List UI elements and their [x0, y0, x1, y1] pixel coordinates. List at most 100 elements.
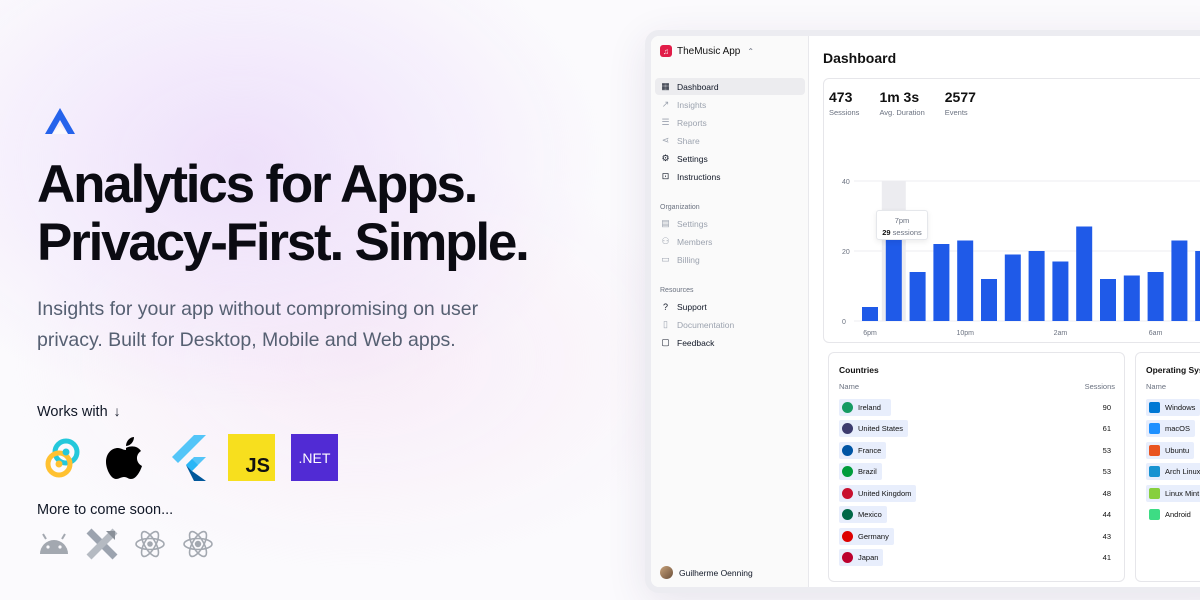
stat-value: 473: [829, 89, 853, 105]
table-row[interactable]: Windows: [1146, 398, 1200, 416]
country-pill: United Kingdom: [839, 484, 917, 502]
table-row[interactable]: Linux Mint: [1146, 484, 1200, 502]
os-icon: [1149, 487, 1160, 499]
nav-label: Dashboard: [677, 81, 719, 92]
os-pill: Arch Linux: [1146, 463, 1200, 480]
nav-label: Documentation: [677, 319, 735, 330]
table-row[interactable]: Germany 43: [839, 527, 1111, 545]
stat-duration: 1m 3s Avg. Duration: [879, 89, 924, 117]
chart-bar[interactable]: [1052, 261, 1069, 322]
table-row[interactable]: Mexico 44: [839, 506, 1111, 524]
stats-row: 473 Sessions 1m 3s Avg. Duration 2577 Ev…: [829, 89, 976, 117]
main-content: Dashboard 473 Sessions 1m 3s Avg. Durati…: [809, 36, 1200, 587]
chart-bar[interactable]: [1028, 251, 1045, 321]
x-tick-label: 6am: [1149, 330, 1163, 337]
table-row[interactable]: United States 61: [839, 420, 1111, 438]
javascript-icon[interactable]: JS: [228, 434, 275, 481]
headline-line-1: Analytics for Apps.: [37, 155, 478, 214]
os-pill: Windows: [1146, 398, 1200, 416]
os-pill: macOS: [1146, 420, 1196, 437]
apple-icon[interactable]: [102, 434, 149, 481]
avalonia-icon: [85, 527, 118, 560]
x-tick-label: 10pm: [956, 330, 974, 337]
os-name: Android: [1165, 510, 1191, 519]
chart-bar[interactable]: [1004, 254, 1021, 322]
country-sessions: 48: [1102, 488, 1111, 498]
nav-label: Share: [677, 135, 700, 146]
electron-icon: [133, 527, 166, 560]
country-pill: Germany: [839, 527, 894, 545]
chart-bar[interactable]: [1076, 226, 1093, 322]
os-title: Operating Sys: [1146, 365, 1200, 375]
organization-heading: Organization: [660, 204, 700, 211]
table-row[interactable]: Brazil 53: [839, 463, 1111, 481]
os-name: Windows: [1165, 402, 1196, 412]
stat-sessions: 473 Sessions: [829, 89, 859, 117]
table-row[interactable]: United Kingdom 48: [839, 484, 1111, 502]
os-name: macOS: [1165, 424, 1191, 433]
list-icon: ☰: [661, 117, 670, 127]
doc-icon: ▯: [663, 319, 668, 329]
table-row[interactable]: Android: [1146, 506, 1200, 524]
col-name: Name: [839, 382, 860, 391]
country-pill: Brazil: [839, 463, 882, 480]
chart-bar[interactable]: [933, 244, 950, 321]
os-name: Arch Linux: [1165, 467, 1200, 476]
chart-bar[interactable]: [1147, 272, 1164, 321]
headline-line-2: Privacy-First. Simple.: [37, 213, 530, 272]
table-row[interactable]: Ubuntu: [1146, 441, 1200, 459]
nav-label: Feedback: [677, 337, 715, 348]
os-pill: Ubuntu: [1146, 441, 1195, 459]
os-header: Name: [1146, 382, 1200, 391]
building-icon: ▤: [661, 218, 670, 228]
grid-icon: ▦: [661, 81, 670, 91]
tooltip-unit: sessions: [892, 228, 922, 237]
chart-bar[interactable]: [1123, 275, 1140, 322]
nav-members[interactable]: ⚇ Members: [655, 233, 805, 250]
nav-documentation[interactable]: ▯ Documentation: [655, 316, 805, 333]
tauri-icon[interactable]: [39, 434, 86, 481]
dotnet-icon[interactable]: .NET: [291, 434, 338, 481]
nav-share[interactable]: ⋖ Share: [655, 132, 805, 149]
os-icon: [1149, 444, 1160, 456]
flag-icon: [842, 423, 853, 434]
nav-insights[interactable]: ↗ Insights: [655, 96, 805, 113]
chart-bar[interactable]: [862, 307, 878, 321]
nav-reports[interactable]: ☰ Reports: [655, 114, 805, 131]
users-icon: ⚇: [661, 236, 670, 246]
table-row[interactable]: Japan 41: [839, 549, 1111, 567]
chart-bar[interactable]: [1195, 251, 1200, 321]
nav-dashboard[interactable]: ▦ Dashboard: [655, 78, 805, 95]
country-sessions: 41: [1102, 553, 1111, 562]
nav-settings[interactable]: ⚙ Settings: [655, 150, 805, 167]
arrow-down-icon: ↓: [113, 403, 121, 419]
flutter-icon[interactable]: [165, 434, 212, 481]
os-name: Ubuntu: [1165, 445, 1190, 455]
sidebar: ♫ TheMusic App ⌃ ▦ Dashboard ↗ Insights …: [651, 36, 809, 587]
nav-feedback[interactable]: ▢ Feedback: [655, 334, 805, 351]
nav-billing[interactable]: ▭ Billing: [655, 251, 805, 268]
tooltip-time: 7pm: [894, 216, 910, 225]
table-row[interactable]: macOS: [1146, 420, 1200, 438]
countries-title: Countries: [839, 365, 879, 375]
table-row[interactable]: Ireland 90: [839, 398, 1111, 416]
table-row[interactable]: France 53: [839, 441, 1111, 459]
chart-bar[interactable]: [1100, 279, 1116, 321]
chart-bar[interactable]: [981, 279, 997, 321]
x-tick-label: 2am: [1054, 330, 1068, 337]
chart-bar[interactable]: [1171, 240, 1188, 322]
table-row[interactable]: Arch Linux: [1146, 463, 1200, 481]
chart-bar[interactable]: [909, 272, 926, 321]
nav-support[interactable]: ? Support: [655, 298, 805, 315]
stat-value: 2577: [944, 89, 976, 105]
nav-label: Settings: [677, 153, 708, 164]
user-menu[interactable]: Guilherme Oenning: [660, 566, 753, 579]
country-name: Mexico: [858, 510, 882, 519]
app-switcher[interactable]: ♫ TheMusic App ⌃: [660, 45, 754, 57]
os-icon: [1149, 509, 1160, 520]
nav-org-settings[interactable]: ▤ Settings: [655, 215, 805, 232]
country-name: Germany: [858, 531, 889, 541]
chart-bar[interactable]: [957, 240, 974, 322]
stat-events: 2577 Events: [945, 89, 976, 117]
nav-instructions[interactable]: ⊡ Instructions: [655, 168, 805, 185]
